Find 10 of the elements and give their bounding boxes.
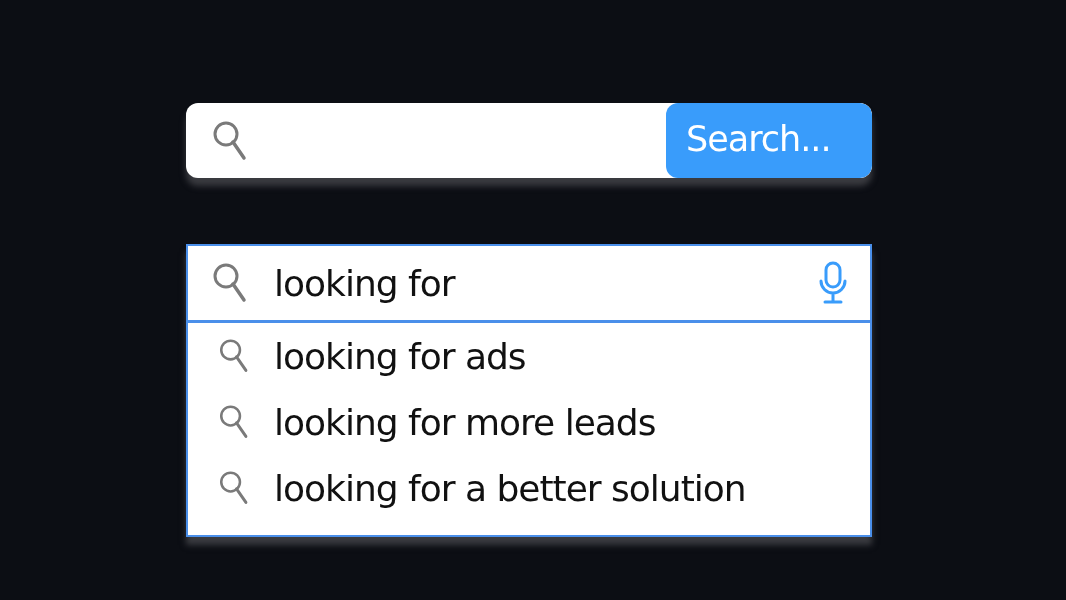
suggestion-item[interactable]: looking for ads (274, 335, 526, 377)
suggestion-item[interactable]: looking for a better solution (274, 467, 746, 509)
search-field[interactable]: looking for (274, 262, 818, 304)
microphone-icon[interactable] (818, 261, 848, 305)
search-icon (212, 262, 248, 304)
search-icon (212, 119, 248, 162)
search-icon (218, 470, 250, 506)
search-icon (218, 338, 250, 374)
search-icon (218, 404, 250, 440)
suggestion-item[interactable]: looking for more leads (274, 401, 656, 443)
